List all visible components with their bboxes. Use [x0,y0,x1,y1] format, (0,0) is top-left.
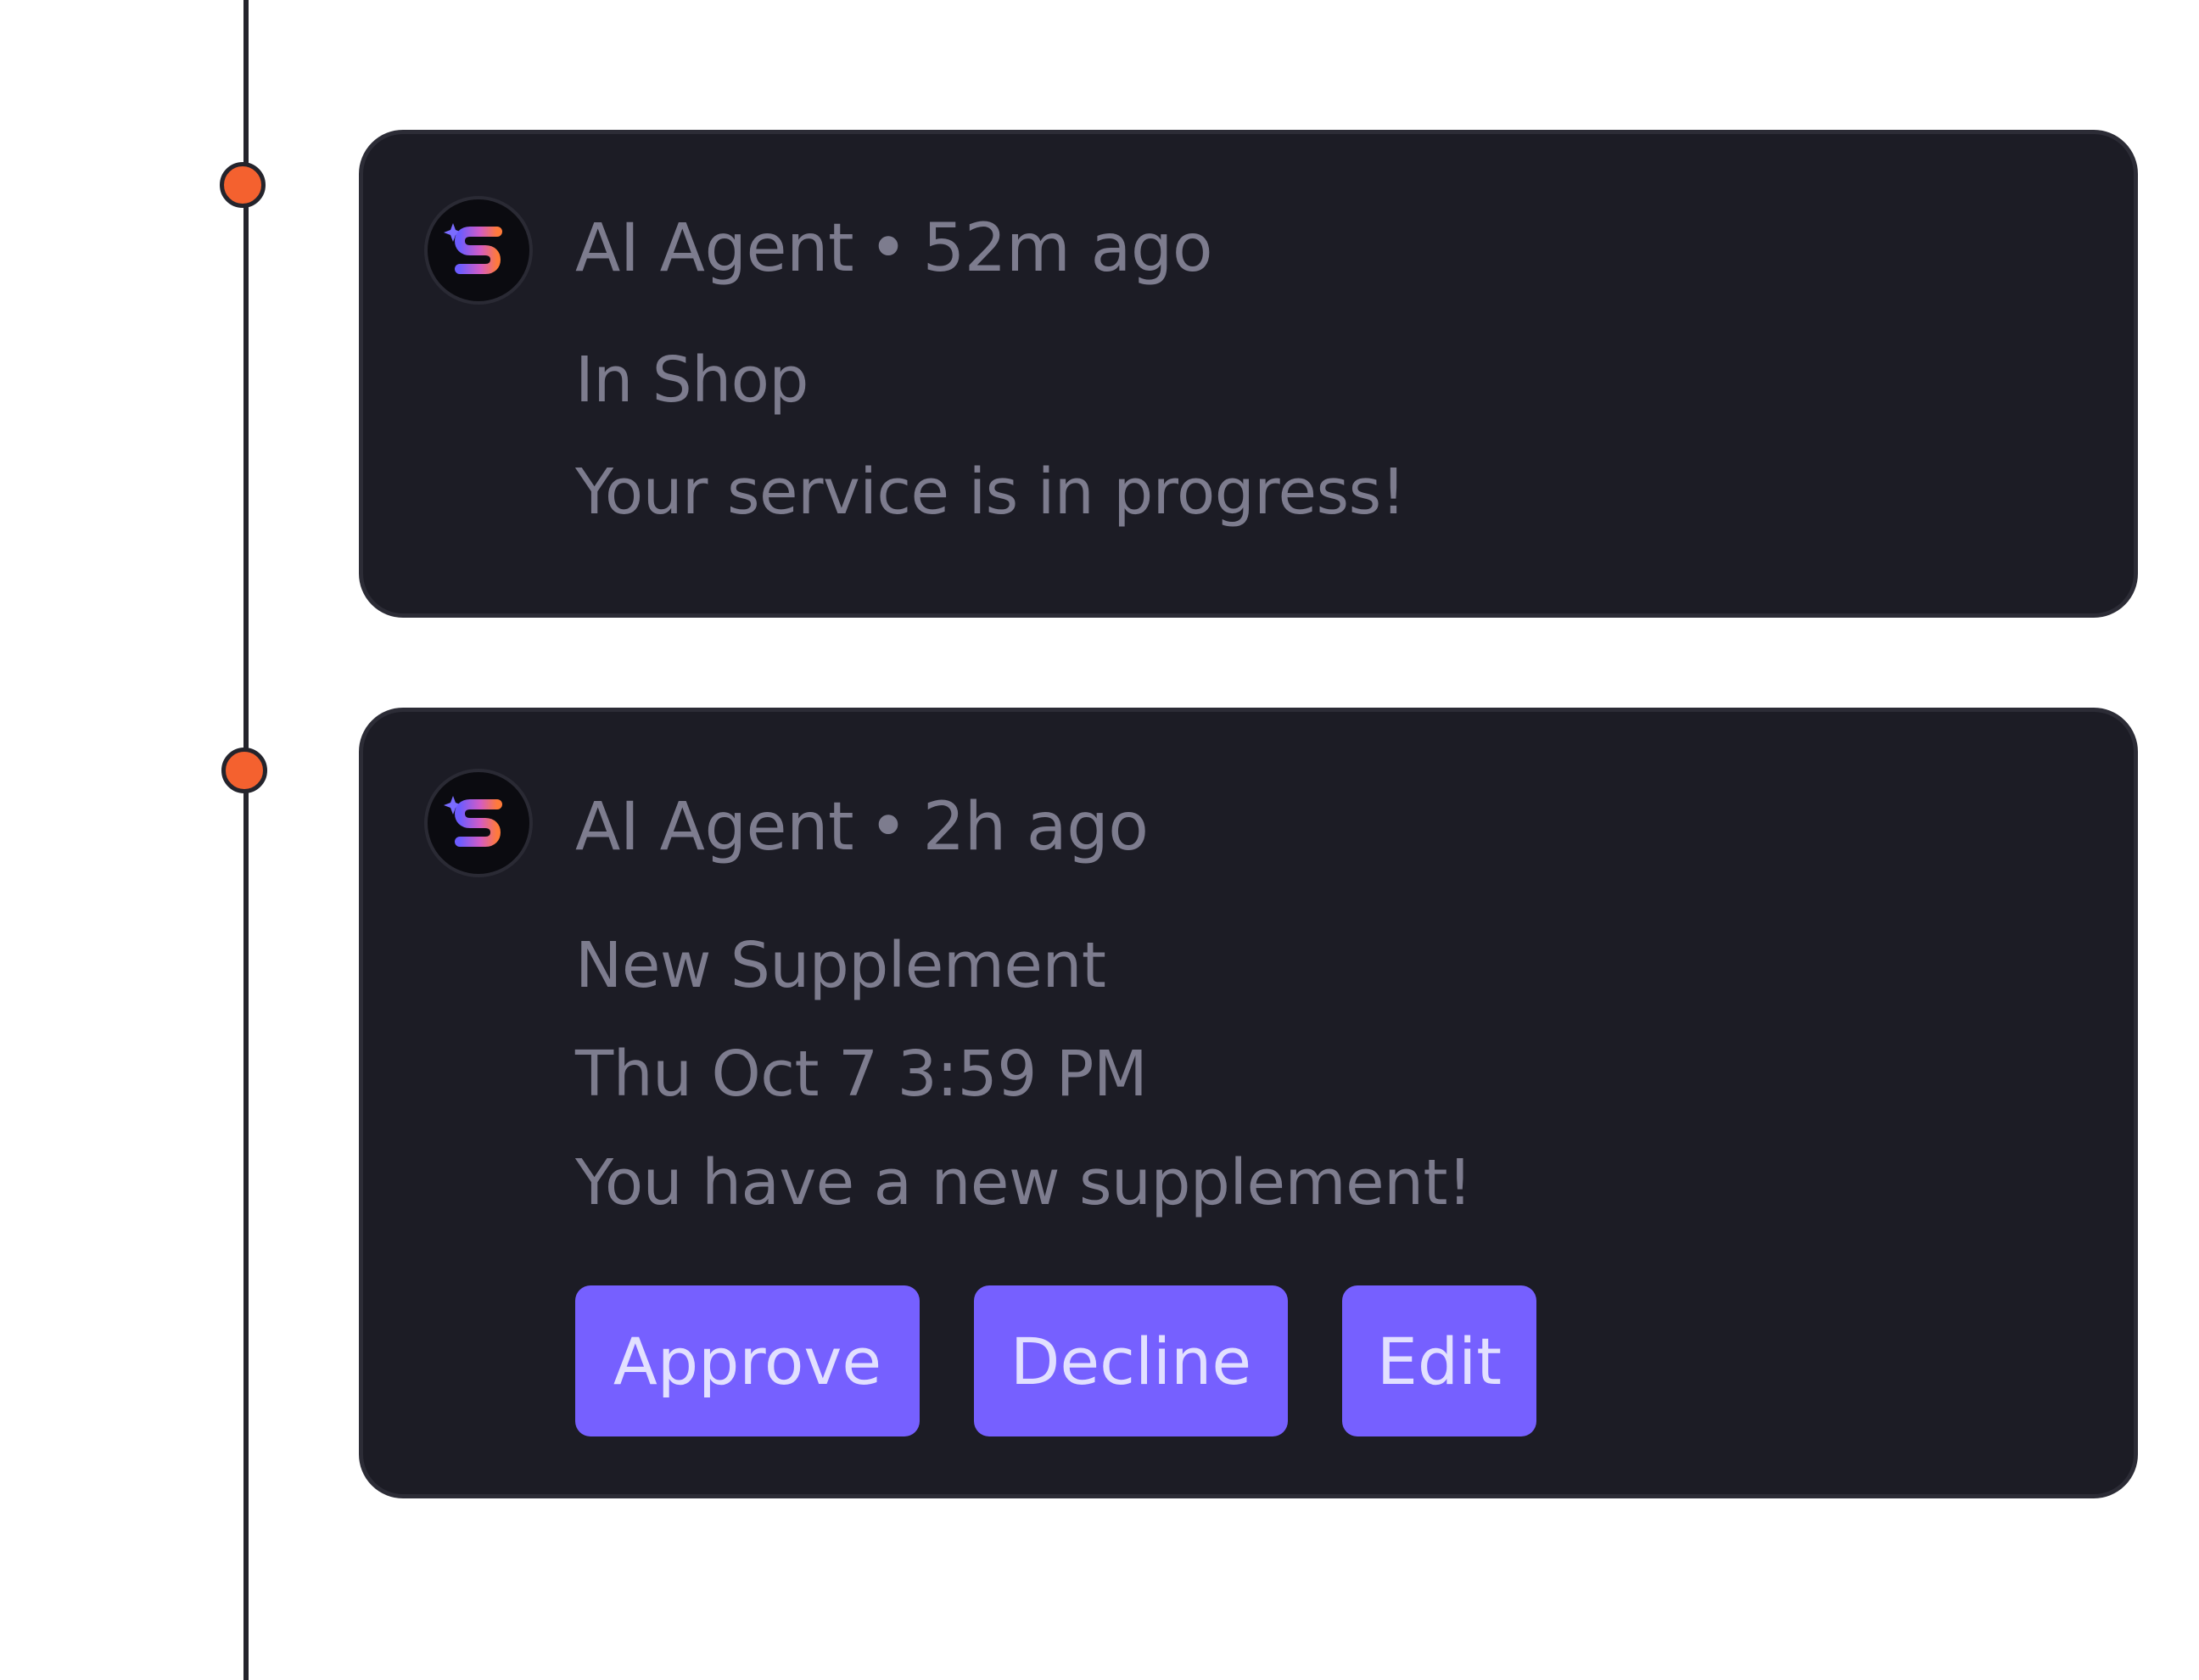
timeline-dot [220,162,266,208]
decline-button[interactable]: Decline [974,1285,1288,1436]
notification-card: AI Agent • 52m ago In Shop Your service is… [359,130,2138,618]
author-name: AI Agent [575,210,854,287]
gradient-s-logo-icon [444,223,502,274]
notification-card: AI Agent • 2h ago New Supplement Thu Oct 7… [359,708,2138,1498]
timestamp: 52m ago [922,210,1213,287]
timeline-line [243,0,249,1680]
notification-message: Your service is in progress! [575,456,1406,529]
notification-date: Thu Oct 7 3:59 PM [575,1038,1148,1111]
author-name: AI Agent [575,789,854,865]
notification-message: You have a new supplement! [575,1146,1473,1219]
notification-title: New Supplement [575,929,1106,1002]
avatar [424,196,533,305]
separator: • [869,210,908,287]
separator: • [869,789,908,865]
timestamp: 2h ago [922,789,1149,865]
notification-header: AI Agent • 52m ago [575,216,1213,282]
timeline-dot [221,748,267,793]
notification-header: AI Agent • 2h ago [575,794,1149,860]
notification-title: In Shop [575,344,809,417]
avatar [424,769,533,877]
approve-button[interactable]: Approve [575,1285,920,1436]
action-buttons: Approve Decline Edit [575,1285,1536,1436]
gradient-s-logo-icon [444,796,502,847]
edit-button[interactable]: Edit [1342,1285,1536,1436]
